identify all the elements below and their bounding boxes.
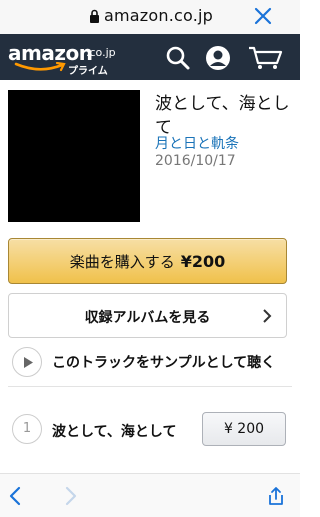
search-icon[interactable] [165, 45, 191, 71]
release-date: 2016/10/17 [155, 153, 236, 169]
divider [8, 386, 292, 387]
track-price-button[interactable]: ¥ 200 [202, 412, 286, 446]
cart-icon[interactable] [247, 45, 283, 71]
account-icon[interactable] [205, 45, 231, 71]
track-number: 1 [12, 414, 42, 444]
lock-icon [90, 9, 99, 23]
sample-label: このトラックをサンプルとして聴く [52, 355, 276, 371]
browser-toolbar [0, 473, 300, 517]
sample-play-button[interactable] [12, 347, 42, 377]
buy-track-button[interactable]: 楽曲を購入する ¥200 [8, 238, 287, 284]
play-icon [24, 357, 33, 368]
view-album-label: 収録アルバムを見る [84, 310, 211, 326]
back-icon[interactable] [6, 486, 26, 506]
buy-button-label: 楽曲を購入する [69, 252, 175, 271]
forward-icon[interactable] [60, 486, 80, 506]
smile-arrow-icon [14, 62, 66, 72]
sample-row[interactable]: このトラックをサンプルとして聴く [8, 344, 292, 378]
artist-link[interactable]: 月と日と軌条 [155, 133, 239, 153]
url-text[interactable]: amazon.co.jp [104, 6, 213, 25]
amazon-logo[interactable]: amazon .co.jp プライム [8, 41, 126, 77]
track-name: 波として、海として [52, 424, 177, 440]
amazon-header: amazon .co.jp プライム [0, 34, 300, 80]
track-row: 1 波として、海として ¥ 200 [8, 410, 292, 450]
browser-url-bar: amazon.co.jp [0, 0, 300, 34]
view-album-button[interactable]: 収録アルバムを見る [8, 293, 287, 338]
close-icon[interactable] [253, 6, 273, 26]
logo-prime: プライム [68, 66, 108, 77]
album-cover [8, 90, 140, 222]
chevron-right-icon [263, 309, 272, 323]
share-icon[interactable] [266, 486, 286, 506]
buy-button-price: ¥200 [180, 251, 226, 271]
logo-tld: .co.jp [86, 46, 116, 59]
